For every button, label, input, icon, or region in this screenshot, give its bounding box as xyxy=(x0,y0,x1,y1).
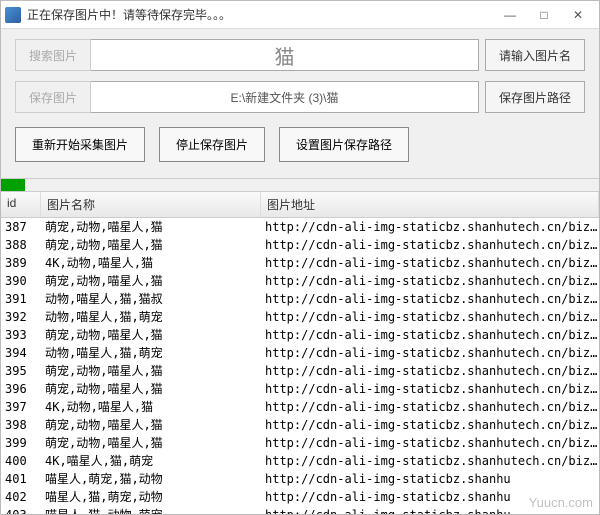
cell-url: http://cdn-ali-img-staticbz.shanhutech.c… xyxy=(261,362,599,380)
minimize-button[interactable]: — xyxy=(493,4,527,26)
cell-name: 动物,喵星人,猫,猫叔 xyxy=(41,290,261,308)
cell-url: http://cdn-ali-img-staticbz.shanhutech.c… xyxy=(261,236,599,254)
cell-id: 402 xyxy=(1,488,41,506)
cell-id: 399 xyxy=(1,434,41,452)
cell-name: 萌宠,动物,喵星人,猫 xyxy=(41,272,261,290)
col-name[interactable]: 图片名称 xyxy=(41,192,261,217)
cell-url: http://cdn-ali-img-staticbz.shanhutech.c… xyxy=(261,452,599,470)
table-row[interactable]: 402喵星人,猫,萌宠,动物http://cdn-ali-img-staticb… xyxy=(1,488,599,506)
cell-url: http://cdn-ali-img-staticbz.shanhutech.c… xyxy=(261,326,599,344)
cell-name: 动物,喵星人,猫,萌宠 xyxy=(41,308,261,326)
cell-url: http://cdn-ali-img-staticbz.shanhutech.c… xyxy=(261,290,599,308)
window-controls: — □ ✕ xyxy=(493,4,595,26)
set-save-path-button[interactable]: 设置图片保存路径 xyxy=(279,127,409,162)
cell-name: 喵星人,猫,动物,萌宠 xyxy=(41,506,261,514)
cell-id: 395 xyxy=(1,362,41,380)
table-row[interactable]: 387萌宠,动物,喵星人,猫http://cdn-ali-img-staticb… xyxy=(1,218,599,236)
table-row[interactable]: 394动物,喵星人,猫,萌宠http://cdn-ali-img-staticb… xyxy=(1,344,599,362)
cell-id: 388 xyxy=(1,236,41,254)
cell-url: http://cdn-ali-img-staticbz.shanhutech.c… xyxy=(261,434,599,452)
toolbar: 搜索图片 猫 请输入图片名 保存图片 E:\新建文件夹 (3)\猫 保存图片路径… xyxy=(1,29,599,178)
table-row[interactable]: 391动物,喵星人,猫,猫叔http://cdn-ali-img-staticb… xyxy=(1,290,599,308)
app-icon xyxy=(5,7,21,23)
table-row[interactable]: 395萌宠,动物,喵星人,猫http://cdn-ali-img-staticb… xyxy=(1,362,599,380)
path-input[interactable]: E:\新建文件夹 (3)\猫 xyxy=(91,81,479,113)
cell-url: http://cdn-ali-img-staticbz.shanhutech.c… xyxy=(261,254,599,272)
cell-name: 4K,喵星人,猫,萌宠 xyxy=(41,452,261,470)
input-name-button[interactable]: 请输入图片名 xyxy=(485,39,585,71)
progress-fill xyxy=(1,179,25,191)
search-input[interactable]: 猫 xyxy=(91,39,479,71)
table-row[interactable]: 4004K,喵星人,猫,萌宠http://cdn-ali-img-staticb… xyxy=(1,452,599,470)
close-button[interactable]: ✕ xyxy=(561,4,595,26)
cell-url: http://cdn-ali-img-staticbz.shanhutech.c… xyxy=(261,272,599,290)
cell-name: 萌宠,动物,喵星人,猫 xyxy=(41,362,261,380)
cell-id: 391 xyxy=(1,290,41,308)
cell-name: 萌宠,动物,喵星人,猫 xyxy=(41,326,261,344)
table-row[interactable]: 393萌宠,动物,喵星人,猫http://cdn-ali-img-staticb… xyxy=(1,326,599,344)
col-url[interactable]: 图片地址 xyxy=(261,192,599,217)
table-row[interactable]: 390萌宠,动物,喵星人,猫http://cdn-ali-img-staticb… xyxy=(1,272,599,290)
table-row[interactable]: 396萌宠,动物,喵星人,猫http://cdn-ali-img-staticb… xyxy=(1,380,599,398)
cell-name: 萌宠,动物,喵星人,猫 xyxy=(41,218,261,236)
table-row[interactable]: 3974K,动物,喵星人,猫http://cdn-ali-img-staticb… xyxy=(1,398,599,416)
cell-url: http://cdn-ali-img-staticbz.shanhutech.c… xyxy=(261,380,599,398)
cell-url: http://cdn-ali-img-staticbz.shanhutech.c… xyxy=(261,344,599,362)
save-image-button[interactable]: 保存图片 xyxy=(15,81,91,113)
stop-save-button[interactable]: 停止保存图片 xyxy=(159,127,265,162)
cell-url: http://cdn-ali-img-staticbz.shanhutech.c… xyxy=(261,398,599,416)
table-header: id 图片名称 图片地址 xyxy=(1,192,599,218)
maximize-button[interactable]: □ xyxy=(527,4,561,26)
cell-id: 390 xyxy=(1,272,41,290)
table-row[interactable]: 392动物,喵星人,猫,萌宠http://cdn-ali-img-staticb… xyxy=(1,308,599,326)
cell-name: 萌宠,动物,喵星人,猫 xyxy=(41,434,261,452)
cell-url: http://cdn-ali-img-staticbz.shanhu xyxy=(261,506,599,514)
table-row[interactable]: 403喵星人,猫,动物,萌宠http://cdn-ali-img-staticb… xyxy=(1,506,599,514)
table-row[interactable]: 398萌宠,动物,喵星人,猫http://cdn-ali-img-staticb… xyxy=(1,416,599,434)
cell-name: 萌宠,动物,喵星人,猫 xyxy=(41,236,261,254)
restart-collect-button[interactable]: 重新开始采集图片 xyxy=(15,127,145,162)
cell-name: 动物,喵星人,猫,萌宠 xyxy=(41,344,261,362)
cell-id: 389 xyxy=(1,254,41,272)
cell-id: 397 xyxy=(1,398,41,416)
cell-name: 萌宠,动物,喵星人,猫 xyxy=(41,380,261,398)
cell-id: 403 xyxy=(1,506,41,514)
cell-name: 喵星人,猫,萌宠,动物 xyxy=(41,488,261,506)
table-row[interactable]: 401喵星人,萌宠,猫,动物http://cdn-ali-img-staticb… xyxy=(1,470,599,488)
cell-url: http://cdn-ali-img-staticbz.shanhu xyxy=(261,488,599,506)
cell-id: 393 xyxy=(1,326,41,344)
cell-id: 392 xyxy=(1,308,41,326)
cell-id: 396 xyxy=(1,380,41,398)
table-row[interactable]: 388萌宠,动物,喵星人,猫http://cdn-ali-img-staticb… xyxy=(1,236,599,254)
cell-id: 400 xyxy=(1,452,41,470)
cell-url: http://cdn-ali-img-staticbz.shanhutech.c… xyxy=(261,416,599,434)
window-title: 正在保存图片中！请等待保存完毕。。。 xyxy=(27,6,493,23)
cell-url: http://cdn-ali-img-staticbz.shanhutech.c… xyxy=(261,218,599,236)
cell-url: http://cdn-ali-img-staticbz.shanhutech.c… xyxy=(261,308,599,326)
save-path-button[interactable]: 保存图片路径 xyxy=(485,81,585,113)
cell-id: 387 xyxy=(1,218,41,236)
progress-bar xyxy=(1,178,599,192)
cell-id: 398 xyxy=(1,416,41,434)
cell-name: 萌宠,动物,喵星人,猫 xyxy=(41,416,261,434)
cell-url: http://cdn-ali-img-staticbz.shanhu xyxy=(261,470,599,488)
results-table: id 图片名称 图片地址 387萌宠,动物,喵星人,猫http://cdn-al… xyxy=(1,192,599,514)
search-image-button[interactable]: 搜索图片 xyxy=(15,39,91,71)
cell-name: 4K,动物,喵星人,猫 xyxy=(41,254,261,272)
cell-name: 4K,动物,喵星人,猫 xyxy=(41,398,261,416)
table-body[interactable]: 387萌宠,动物,喵星人,猫http://cdn-ali-img-staticb… xyxy=(1,218,599,514)
cell-name: 喵星人,萌宠,猫,动物 xyxy=(41,470,261,488)
table-row[interactable]: 3894K,动物,喵星人,猫http://cdn-ali-img-staticb… xyxy=(1,254,599,272)
cell-id: 401 xyxy=(1,470,41,488)
table-row[interactable]: 399萌宠,动物,喵星人,猫http://cdn-ali-img-staticb… xyxy=(1,434,599,452)
app-window: 正在保存图片中！请等待保存完毕。。。 — □ ✕ 搜索图片 猫 请输入图片名 保… xyxy=(0,0,600,515)
cell-id: 394 xyxy=(1,344,41,362)
titlebar: 正在保存图片中！请等待保存完毕。。。 — □ ✕ xyxy=(1,1,599,29)
col-id[interactable]: id xyxy=(1,192,41,217)
